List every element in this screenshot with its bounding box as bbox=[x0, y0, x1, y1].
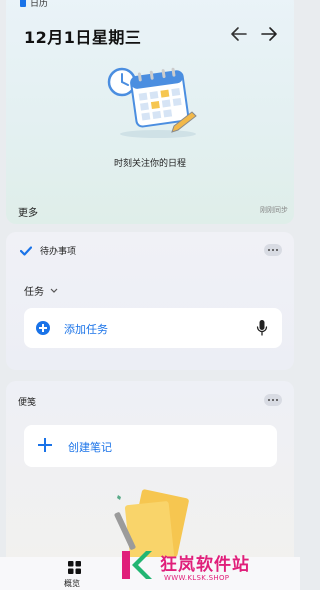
todo-card[interactable]: 待办事项 任务 添加任务 bbox=[6, 232, 294, 370]
next-day-arrow-icon[interactable] bbox=[260, 26, 278, 42]
calendar-app-icon bbox=[20, 0, 26, 7]
calendar-card[interactable]: 日历 12月1日星期三 时刻关注你的日程 更多 刚刚同步 bbox=[6, 0, 294, 224]
create-note-label: 创建笔记 bbox=[68, 441, 112, 454]
calendar-subtitle: 时刻关注你的日程 bbox=[113, 159, 186, 169]
microphone-icon[interactable] bbox=[256, 319, 268, 337]
calendar-illustration-icon bbox=[107, 67, 197, 138]
add-task-button[interactable]: 添加任务 bbox=[24, 308, 282, 348]
chevron-down-icon bbox=[50, 288, 58, 293]
watermark-logo bbox=[122, 551, 152, 579]
watermark: 狂岚软件站 WWW.KLSK.SHOP bbox=[118, 549, 298, 589]
calendar-sync-status: 刚刚同步 bbox=[260, 206, 288, 214]
calendar-app-header: 日历 bbox=[20, 0, 48, 9]
plus-icon bbox=[38, 438, 52, 452]
overview-grid-icon bbox=[68, 561, 81, 574]
calendar-date-title: 12月1日星期三 bbox=[24, 28, 142, 47]
calendar-more-link[interactable]: 更多 bbox=[18, 204, 38, 219]
watermark-url: WWW.KLSK.SHOP bbox=[164, 574, 230, 582]
add-circle-icon bbox=[36, 321, 50, 335]
create-note-button[interactable]: 创建笔记 bbox=[24, 425, 277, 467]
todo-header: 待办事项 bbox=[20, 244, 76, 257]
nav-label-overview: 概览 bbox=[64, 579, 80, 588]
previous-day-arrow-icon[interactable] bbox=[230, 26, 248, 42]
calendar-app-name: 日历 bbox=[30, 0, 49, 9]
todo-filter-dropdown[interactable]: 任务 bbox=[24, 283, 58, 298]
checkmark-icon bbox=[20, 245, 32, 256]
todo-more-options-icon[interactable] bbox=[264, 244, 282, 256]
watermark-text: 狂岚软件站 bbox=[160, 555, 250, 575]
todo-filter-label: 任务 bbox=[24, 287, 44, 298]
add-task-label: 添加任务 bbox=[64, 323, 108, 336]
notes-more-options-icon[interactable] bbox=[264, 394, 282, 406]
todo-title: 待办事项 bbox=[40, 247, 77, 257]
notes-title: 便笺 bbox=[18, 398, 37, 408]
